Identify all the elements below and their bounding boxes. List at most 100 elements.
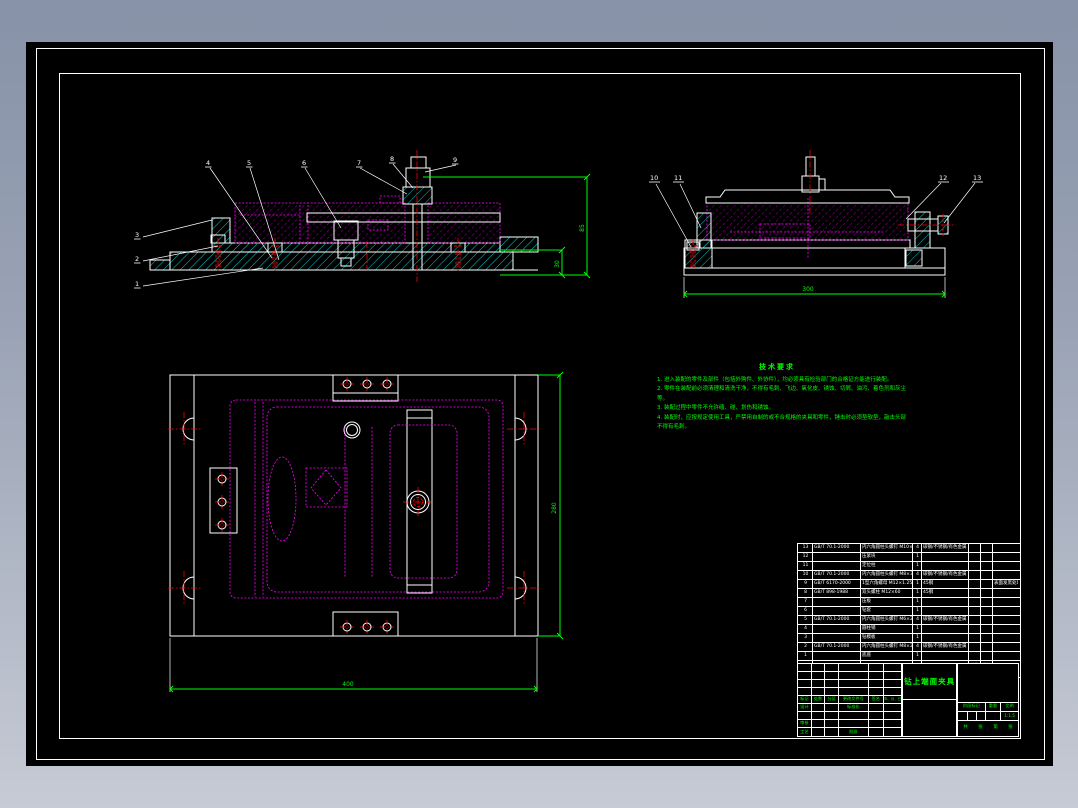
bom-cell [993,643,1018,651]
bom-cell [993,616,1018,624]
bom-cell [969,634,981,642]
bom-cell [993,571,1018,579]
bom-cell: 4 [913,544,922,552]
bom-cell [981,589,993,597]
bom-row: 1 底座 1 [798,652,1020,661]
list-item: 3. 装配过程中零件不允许磕、碰、划伤和锈蚀。 [657,405,774,412]
bom-cell: 6 [798,607,813,615]
bom-cell: 1型六角螺母 M12×1.25 [862,580,913,588]
bom-cell: 4 [798,625,813,633]
part-callout-number: 6 [302,159,306,167]
bom-cell: 12 [798,553,813,561]
dimension-value: 30 [554,260,561,268]
bom-cell: 定位柱 [861,562,913,570]
bom-cell [813,607,861,615]
side-section-view [655,150,976,298]
label-stage: 阶段标记 [957,701,986,712]
bom-cell [993,589,1018,597]
tech-requirements-title: 技术要求 [759,363,795,371]
bom-cell [813,625,861,633]
label-date: 年、月、日 [883,695,903,704]
drawing-number-cell [903,700,956,736]
bom-cell: 10 [798,571,813,579]
bom-cell [922,652,969,660]
part-callout-number: 7 [357,159,361,167]
bom-cell: 内六角圆柱头螺钉 M10×40 [862,544,913,552]
part-callout-number: 3 [135,231,139,239]
bom-cell: GB/T 898-1988 [813,589,861,597]
part-callout-number: 9 [453,156,457,164]
bom-cell [993,607,1018,615]
title-block-scale-area: 阶段标记 重量 比例 1:1.5 共 张 第 张 [957,663,1019,738]
bom-cell: 钻套 [861,607,913,615]
bom-cell: 1 [913,580,922,588]
bom-rows: 13 GB/T 70.1-2000 内六角圆柱头螺钉 M10×40 4 碳钢/不锈钢/有… [798,544,1020,661]
bom-cell: 7 [798,598,813,606]
bom-cell [813,562,861,570]
bom-cell: 1 [798,652,813,660]
bom-cell: 1 [913,652,922,660]
cad-preview-page: 1 2 3 4 5 6 7 8 9 10 11 12 13 85 30 300 280 400 技术要求 1. … [0,0,1078,808]
bom-cell: 1 [913,562,922,570]
bom-cell: 碳钢/不锈钢/有色金属 [922,643,969,651]
bom-cell [981,616,993,624]
bom-cell: 1 [913,634,922,642]
bom-row: 3 钻模板 1 [798,634,1020,643]
bom-row: 7 压板 1 [798,598,1020,607]
label-sign: 签名 [867,695,885,704]
title-block-revision-area: 标记 处数 分区 更改文件号 签名 年、月、日 设计 标准化 审核 工艺 批准 [797,663,903,737]
bom-cell: 45钢 [922,589,969,597]
bom-cell: 碳钢/不锈钢/有色金属 [922,616,969,624]
bom-cell: 1 [913,553,922,561]
bom-cell [969,571,981,579]
bom-row: 10 GB/T 70.1-2000 内六角圆柱头螺钉 M8×30 4 碳钢/不锈钢/有色… [798,571,1020,580]
bom-cell [922,634,969,642]
bom-cell [813,652,861,660]
bom-cell [969,625,981,633]
label-check: 审核 [797,719,812,728]
list-item: 1. 进入装配的零件及部件（包括外购件、外协件），均必须具有检验部门的合格证方能… [657,377,893,383]
label-doc-no: 更改文件号 [838,695,869,704]
bom-row: 6 钻套 1 [798,607,1020,616]
bom-row: 2 GB/T 70.1-2000 内六角圆柱头螺钉 M8×25 4 碳钢/不锈钢/有色金… [798,643,1020,652]
bom-cell [981,571,993,579]
bom-cell [981,625,993,633]
bom-cell: GB/T 70.1-2000 [813,643,861,651]
bom-cell: 1 [913,625,922,633]
list-item: 4. 装配时，应按规定使用工具，严禁用自制的或不合规格的夹具和零件，锤击时必须垫… [657,414,906,431]
bom-cell [981,562,993,570]
bom-cell: 2 [798,643,813,651]
bom-cell: 圆柱销 [861,625,913,633]
label-weight: 重量 [984,701,1002,712]
bom-cell: GB/T 70.1-2000 [813,544,861,552]
label-sheet-no: 第 [993,725,998,731]
bom-cell: 1 [913,589,922,597]
dimension-value: 300 [802,286,814,293]
label-sheets-unit: 张 [978,725,983,731]
bom-cell: 双头螺柱 M12×60 [861,589,913,597]
list-item: 2. 零件在装配前必须清理和清洗干净，不得有毛刺、飞边、氧化皮、锈蚀、切屑、油污… [657,386,906,402]
part-callout-number: 2 [135,255,139,263]
bom-cell: 1 [913,598,922,606]
bom-cell [969,607,981,615]
bom-cell [969,553,981,561]
front-section-view [142,150,591,287]
part-callout-number: 12 [939,174,947,182]
label-standardize: 标准化 [838,703,869,712]
bom-cell [922,625,969,633]
label-approve: 批准 [838,727,869,737]
dimension-value: 400 [342,681,354,688]
part-callout-number: 5 [247,159,251,167]
bom-cell [981,652,993,660]
drawing-title: 钻上端面夹具 [903,664,957,700]
tech-requirements-list: 1. 进入装配的零件及部件（包括外购件、外协件），均必须具有检验部门的合格证方能… [657,376,909,433]
bom-cell [969,580,981,588]
dimension-value: 85 [579,224,586,232]
bom-cell: 4 [913,571,922,579]
bom-cell [981,553,993,561]
bom-cell: GB/T 70.1-2000 [813,571,861,579]
part-callout-number: 13 [973,174,981,182]
label-count: 处数 [810,695,826,704]
bom-cell: 内六角圆柱头螺钉 M8×25 [862,643,913,651]
sheet-count-cell: 共 张 第 张 [957,719,1019,738]
